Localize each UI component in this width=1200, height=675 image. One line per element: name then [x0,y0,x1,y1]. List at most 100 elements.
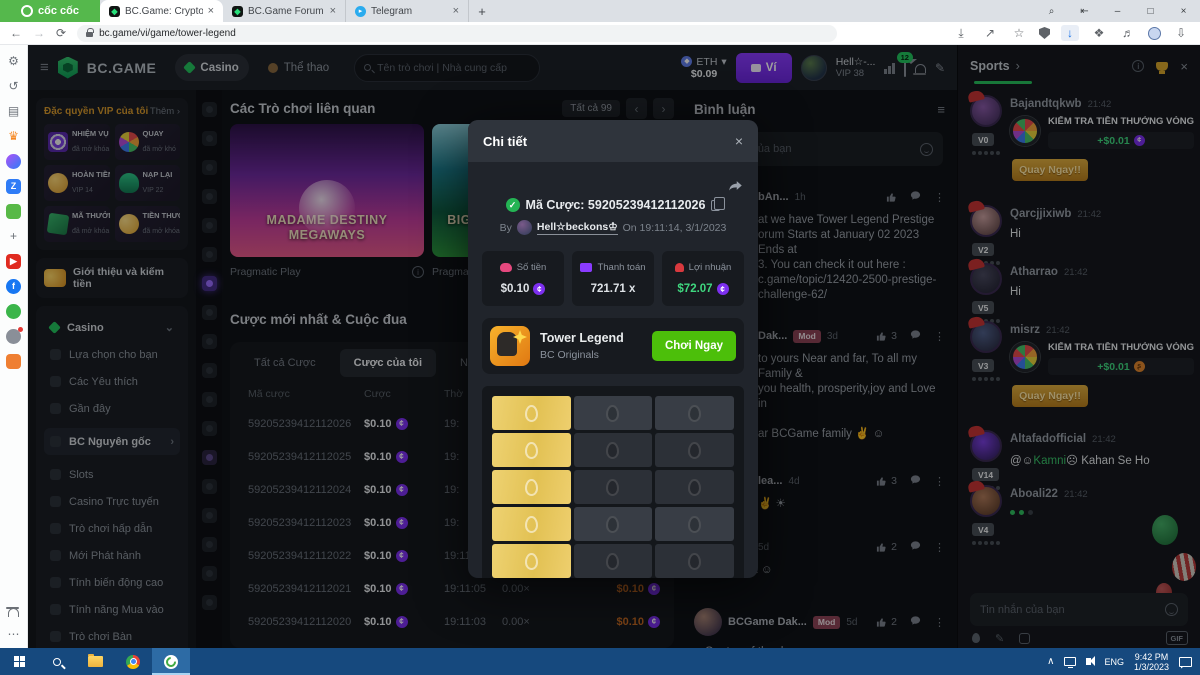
maximize-button[interactable]: □ [1134,0,1167,22]
start-button[interactable] [0,648,38,675]
egg-icon [525,442,538,459]
history-icon[interactable]: ↺ [6,79,21,94]
tower-tile[interactable] [492,507,571,541]
tower-tile[interactable] [655,433,734,467]
tab-title: BC.Game Forum - A Cryptoc [248,6,325,17]
sports-news-icon[interactable] [6,329,21,344]
bcgame-favicon: ◆ [109,6,120,17]
back-button[interactable]: ← [10,26,22,40]
tower-tile[interactable] [574,507,653,541]
forward-button[interactable]: → [33,26,45,40]
tower-tile[interactable] [574,396,653,430]
volume-icon[interactable] [1086,658,1091,665]
extensions-icon[interactable]: ❖ [1090,26,1108,40]
close-tab-icon[interactable]: × [453,5,459,17]
minimize-button[interactable]: – [1101,0,1134,22]
zalo-icon[interactable]: Z [6,179,21,194]
game-row: Tower Legend BC Originals Chơi Ngay [482,318,744,374]
bet-stats-row: Số tiền$0.10¢ Thanh toán 721.71 x Lợi nhuận… [482,251,744,306]
shopping-cart-icon[interactable] [6,354,21,369]
tab-title: BC.Game: Crypto Casino Gam [125,6,203,17]
wallet-icon [580,263,592,272]
close-tab-icon[interactable]: × [330,5,336,17]
bookmark-star-icon[interactable]: ☆ [1010,26,1028,40]
taskbar-clock[interactable]: 9:42 PM 1/3/2023 [1134,652,1169,672]
coccoc-app-icon[interactable] [152,648,190,675]
new-tab-button[interactable]: + [469,0,495,22]
egg-icon [606,516,619,533]
tab-list-icon[interactable]: ⇤ [1068,0,1101,22]
tower-tile[interactable] [492,544,571,578]
rewards-crown-icon[interactable]: ♛ [6,129,21,144]
stat-label: Số tiền [486,262,560,273]
reading-list-icon[interactable]: ▤ [6,104,21,119]
stat-label: Thanh toán [576,262,650,273]
address-bar[interactable]: bc.game/vi/game/tower-legend [77,25,837,42]
add-shortcut-icon[interactable]: + [6,229,21,244]
games-icon[interactable] [6,204,21,219]
action-center-icon[interactable] [1179,657,1192,667]
coccoc-brand-label: cốc cốc [38,5,79,17]
adblock-shield-icon[interactable] [1039,27,1050,39]
stat-person: Lợi nhuận$72.07¢ [662,251,744,306]
download-button[interactable]: ↓ [1061,25,1079,41]
chat-icon[interactable] [6,304,21,319]
bettor-username[interactable]: Hell☆beckons♔ [537,221,618,235]
telegram-favicon: ▸ [355,6,366,17]
taskbar-search-icon[interactable] [38,648,76,675]
bet-timestamp: On 19:11:14, 3/1/2023 [623,222,727,234]
downloads-tray-icon[interactable]: ⇩ [1172,26,1190,40]
tower-tile[interactable] [655,396,734,430]
keyboard-language[interactable]: ENG [1104,657,1124,667]
coin-icon: ¢ [533,283,545,295]
tray-expand-icon[interactable]: ∧ [1047,656,1054,667]
notifications-bell-icon[interactable] [8,608,19,617]
profile-avatar[interactable] [1148,27,1161,40]
close-tab-icon[interactable]: × [208,5,214,17]
tower-tile[interactable] [492,470,571,504]
facebook-icon[interactable]: f [6,279,21,294]
browser-tab-telegram[interactable]: ▸ Telegram × [346,0,469,22]
modal-close-icon[interactable]: × [735,133,743,149]
share-arrow-icon[interactable] [727,178,744,193]
tab-search-icon[interactable]: ⌕ [1035,0,1068,22]
coccoc-side-rail: ⚙ ↺ ▤ ♛ Z + ▶ f ⋯ [0,45,28,648]
close-window-button[interactable]: × [1167,0,1200,22]
tower-tile[interactable] [574,433,653,467]
file-explorer-icon[interactable] [76,648,114,675]
copy-icon[interactable] [711,200,720,211]
egg-icon [606,479,619,496]
tower-tile[interactable] [655,470,734,504]
egg-icon [525,516,538,533]
browser-tab-forum[interactable]: ◆ BC.Game Forum - A Cryptoc × [223,0,346,22]
stat-label: Lợi nhuận [666,262,740,273]
browser-tab-bcgame[interactable]: ◆ BC.Game: Crypto Casino Gam × [100,0,223,22]
egg-icon [525,553,538,570]
chrome-icon[interactable] [114,648,152,675]
youtube-icon[interactable]: ▶ [6,254,21,269]
tab-title: Telegram [371,6,448,17]
tower-tile[interactable] [492,396,571,430]
messenger-icon[interactable] [6,154,21,169]
notes-icon[interactable]: ♬ [1119,26,1137,40]
settings-icon[interactable]: ⚙ [6,54,21,69]
url-text: bc.game/vi/game/tower-legend [99,28,236,39]
reload-button[interactable]: ⟳ [56,26,66,40]
tower-tile[interactable] [492,433,571,467]
save-page-icon[interactable]: ⤓ [952,26,970,41]
tower-legend-game-icon[interactable] [490,326,530,366]
coin-icon: ¢ [717,283,729,295]
egg-icon [688,405,701,422]
share-icon[interactable]: ↗ [981,26,999,40]
tower-tile[interactable] [574,544,653,578]
play-now-button[interactable]: Chơi Ngay [652,331,736,361]
tower-tile[interactable] [574,470,653,504]
network-icon[interactable] [1064,657,1076,666]
game-provider: BC Originals [540,349,624,361]
tower-tile[interactable] [655,544,734,578]
stat-value: 721.71 x [576,283,650,295]
more-icon[interactable]: ⋯ [6,627,21,642]
tower-tile[interactable] [655,507,734,541]
stat-pig: Số tiền$0.10¢ [482,251,564,306]
stat-wallet: Thanh toán 721.71 x [572,251,654,306]
